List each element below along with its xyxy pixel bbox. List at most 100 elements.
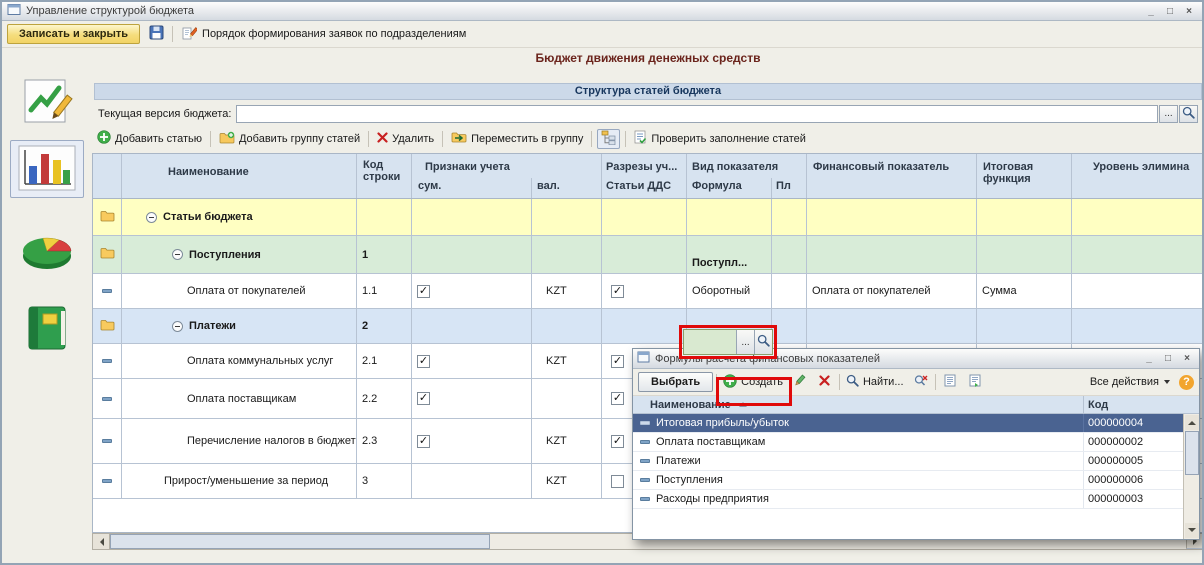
list-row[interactable]: Итоговая прибыль/убыток 000000004 bbox=[633, 414, 1199, 433]
dds-checkbox[interactable]: ✓ bbox=[611, 285, 624, 298]
collapse-icon[interactable] bbox=[172, 321, 183, 332]
fin-indicator-cell[interactable]: Оплата от покупателей bbox=[807, 274, 977, 308]
clear-search-button[interactable] bbox=[910, 372, 932, 392]
code-cell[interactable]: 1.1 bbox=[357, 274, 412, 308]
sum-checkbox[interactable]: ✓ bbox=[417, 285, 430, 298]
formula-cell-editor[interactable]: ... bbox=[683, 329, 773, 355]
name-cell[interactable]: Платежи bbox=[122, 309, 357, 343]
scroll-down-button[interactable] bbox=[1185, 523, 1199, 538]
name-cell[interactable]: Перечисление налогов в бюджет bbox=[122, 419, 357, 463]
sidebar-item-ledger[interactable] bbox=[10, 300, 84, 358]
maximize-button[interactable]: □ bbox=[1162, 4, 1178, 18]
dialog-toolbar: Выбрать Создать Найти... Все действия ? bbox=[633, 369, 1199, 396]
editor-lookup-button[interactable]: ... bbox=[736, 330, 754, 354]
table-header: Наименование Код строки Признаки учета с… bbox=[93, 154, 1203, 199]
sum-checkbox[interactable]: ✓ bbox=[417, 435, 430, 448]
requests-order-button[interactable]: Порядок формирования заявок по подраздел… bbox=[178, 24, 470, 44]
delete-button[interactable] bbox=[814, 372, 836, 392]
formulas-list: Наименование Код Итоговая прибыль/убыток… bbox=[633, 396, 1199, 539]
check-list-icon bbox=[634, 130, 647, 147]
dialog-maximize-button[interactable]: □ bbox=[1160, 352, 1176, 366]
table-row-group[interactable]: Платежи 2 bbox=[93, 309, 1203, 344]
formula-editor-field[interactable] bbox=[684, 330, 736, 354]
code-cell[interactable]: 2.2 bbox=[357, 379, 412, 418]
column-header-row-code: Код строки bbox=[357, 154, 412, 198]
code-cell[interactable]: 2.3 bbox=[357, 419, 412, 463]
save-button[interactable] bbox=[145, 24, 167, 44]
collapse-icon[interactable] bbox=[172, 249, 183, 260]
currency-cell[interactable]: KZT bbox=[532, 464, 602, 498]
total-function-cell[interactable]: Сумма bbox=[977, 274, 1072, 308]
list-column-header-name[interactable]: Наименование bbox=[633, 396, 1083, 413]
dds-checkbox[interactable]: ✓ bbox=[611, 435, 624, 448]
currency-cell[interactable]: KZT bbox=[532, 274, 602, 308]
editor-search-button[interactable] bbox=[754, 330, 772, 354]
code-cell[interactable]: 2.1 bbox=[357, 344, 412, 378]
folder-icon bbox=[100, 319, 115, 334]
name-cell[interactable]: Оплата поставщикам bbox=[122, 379, 357, 418]
budget-version-input[interactable] bbox=[236, 105, 1158, 123]
list-row[interactable]: Поступления 000000006 bbox=[633, 471, 1199, 490]
minimize-button[interactable]: _ bbox=[1143, 4, 1159, 18]
collapse-icon[interactable] bbox=[146, 212, 157, 223]
list-row[interactable]: Платежи 000000005 bbox=[633, 452, 1199, 471]
hierarchy-toggle-button[interactable] bbox=[597, 129, 620, 149]
edit-button[interactable] bbox=[789, 372, 811, 392]
code-cell[interactable]: 3 bbox=[357, 464, 412, 498]
create-button[interactable]: Создать bbox=[720, 372, 786, 392]
name-cell[interactable]: Статьи бюджета bbox=[122, 199, 357, 235]
sum-checkbox[interactable]: ✓ bbox=[417, 355, 430, 368]
list-row[interactable]: Оплата поставщикам 000000002 bbox=[633, 433, 1199, 452]
item-dash-icon bbox=[640, 421, 650, 425]
sidebar-item-budget-structure[interactable] bbox=[10, 140, 84, 198]
help-icon[interactable]: ? bbox=[1179, 375, 1194, 390]
save-close-button[interactable]: Записать и закрыть bbox=[7, 24, 140, 44]
search-icon bbox=[846, 374, 859, 390]
list-settings-button[interactable] bbox=[939, 372, 961, 392]
scrollbar-thumb[interactable] bbox=[110, 534, 490, 549]
vertical-scrollbar[interactable] bbox=[1183, 414, 1199, 539]
sidebar-item-data-entry[interactable] bbox=[10, 74, 84, 132]
dialog-minimize-button[interactable]: _ bbox=[1141, 352, 1157, 366]
close-button[interactable]: × bbox=[1181, 4, 1197, 18]
table-row[interactable]: Оплата от покупателей 1.1 ✓ KZT ✓ Оборот… bbox=[93, 274, 1203, 309]
sum-checkbox[interactable]: ✓ bbox=[417, 392, 430, 405]
version-lookup-button[interactable]: ... bbox=[1159, 105, 1178, 123]
output-list-button[interactable] bbox=[964, 372, 986, 392]
move-to-group-button[interactable]: Переместить в группу bbox=[448, 129, 586, 149]
add-article-button[interactable]: Добавить статью bbox=[94, 129, 205, 149]
table-row-group[interactable]: Статьи бюджета bbox=[93, 199, 1203, 236]
application-window: Управление структурой бюджета _ □ × Запи… bbox=[0, 0, 1204, 565]
add-group-button[interactable]: Добавить группу статей bbox=[216, 129, 363, 149]
find-button[interactable]: Найти... bbox=[843, 372, 907, 392]
name-cell[interactable]: Оплата коммунальных услуг bbox=[122, 344, 357, 378]
code-cell[interactable]: 2 bbox=[357, 309, 412, 343]
list-row[interactable]: Расходы предприятия 000000003 bbox=[633, 490, 1199, 509]
section-title: Структура статей бюджета bbox=[94, 83, 1202, 100]
delete-button[interactable]: Удалить bbox=[374, 129, 437, 149]
currency-cell[interactable]: KZT bbox=[532, 344, 602, 378]
sidebar-item-reports[interactable] bbox=[10, 224, 84, 282]
list-column-header-code[interactable]: Код bbox=[1083, 396, 1183, 413]
name-cell[interactable]: Поступления bbox=[122, 236, 357, 273]
table-row-group[interactable]: Поступления 1 Поступл... bbox=[93, 236, 1203, 274]
dds-checkbox[interactable]: ✓ bbox=[611, 392, 624, 405]
check-fill-button[interactable]: Проверить заполнение статей bbox=[631, 129, 809, 149]
name-cell[interactable]: Оплата от покупателей bbox=[122, 274, 357, 308]
list-header: Наименование Код bbox=[633, 396, 1199, 414]
folder-icon bbox=[100, 247, 115, 262]
scroll-left-button[interactable] bbox=[93, 534, 110, 549]
formula-cell[interactable]: Поступл... bbox=[687, 236, 772, 273]
dialog-close-button[interactable]: × bbox=[1179, 352, 1195, 366]
select-button[interactable]: Выбрать bbox=[638, 372, 713, 392]
currency-cell[interactable]: KZT bbox=[532, 419, 602, 463]
dds-checkbox[interactable] bbox=[611, 475, 624, 488]
dds-checkbox[interactable]: ✓ bbox=[611, 355, 624, 368]
version-search-button[interactable] bbox=[1179, 105, 1198, 123]
scroll-up-button[interactable] bbox=[1185, 415, 1199, 430]
code-cell[interactable]: 1 bbox=[357, 236, 412, 273]
scrollbar-thumb[interactable] bbox=[1185, 431, 1199, 475]
all-actions-button[interactable]: Все действия bbox=[1086, 376, 1174, 388]
formula-cell[interactable]: Оборотный bbox=[687, 274, 772, 308]
name-cell[interactable]: Прирост/уменьшение за период bbox=[122, 464, 357, 498]
